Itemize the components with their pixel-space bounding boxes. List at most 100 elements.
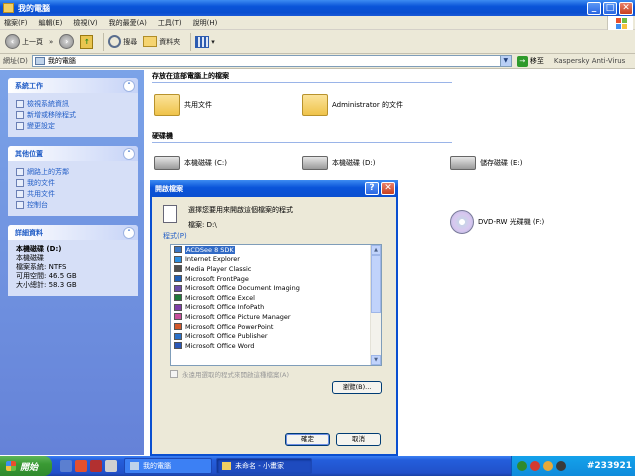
other-places-header[interactable]: 其他位置 ˄ xyxy=(8,146,138,161)
stored-files-header: 存放在這部電腦上的檔案 xyxy=(152,71,452,83)
media-icon[interactable] xyxy=(90,460,102,472)
program-item[interactable]: Microsoft Office Word xyxy=(171,341,381,351)
tray-antivirus-icon[interactable] xyxy=(530,461,540,471)
hard-drive-icon xyxy=(154,156,180,170)
always-use-label: 永遠用選取的程式來開啟這種檔案(A) xyxy=(182,371,290,379)
task-pane: 系統工作 ˄ 檢視系統資訊 新增或移除程式 變更設定 其他位置 ˄ 網路上的芳鄰… xyxy=(0,70,144,455)
item-label: 本機磁碟 (C:) xyxy=(184,159,227,167)
computer-icon xyxy=(34,57,45,65)
task-add-remove-programs[interactable]: 新增或移除程式 xyxy=(16,109,132,120)
taskbar-item-paint[interactable]: 未命名 - 小畫家 xyxy=(216,458,312,474)
admin-documents-folder[interactable]: Administrator 的文件 xyxy=(302,94,403,116)
ok-button[interactable]: 確定 xyxy=(285,433,330,446)
toolbar-separator xyxy=(103,32,105,51)
program-item[interactable]: Microsoft Office InfoPath xyxy=(171,303,381,313)
system-tasks-panel: 系統工作 ˄ 檢視系統資訊 新增或移除程式 變更設定 xyxy=(8,78,138,137)
tray-network-icon[interactable] xyxy=(517,461,527,471)
folders-label: 資料夾 xyxy=(159,37,181,46)
close-button[interactable]: ✕ xyxy=(619,1,633,15)
back-button[interactable]: ‹ 上一頁 xyxy=(5,34,43,49)
item-label: DVD-RW 光碟機 (F:) xyxy=(478,218,545,226)
shared-documents-folder[interactable]: 共用文件 xyxy=(154,94,212,116)
place-shared-documents[interactable]: 共用文件 xyxy=(16,188,132,199)
program-item[interactable]: Microsoft Office Picture Manager xyxy=(171,312,381,322)
task-view-system-info[interactable]: 檢視系統資訊 xyxy=(16,98,132,109)
dialog-titlebar[interactable]: 開啟檔案 ? ✕ xyxy=(150,180,398,197)
paint-icon xyxy=(222,462,231,470)
explorer-icon[interactable] xyxy=(105,460,117,472)
collapse-icon[interactable]: ˄ xyxy=(123,147,135,160)
menu-favorites[interactable]: 我的最愛(A) xyxy=(109,18,147,28)
address-value: 我的電腦 xyxy=(47,57,76,65)
firefox-icon[interactable] xyxy=(75,460,87,472)
program-item[interactable]: Microsoft Office Publisher xyxy=(171,331,381,341)
program-item[interactable]: ACDSee 8 SDK xyxy=(171,245,381,255)
scroll-down-icon[interactable]: ▼ xyxy=(371,355,381,365)
program-item[interactable]: Microsoft Office Document Imaging xyxy=(171,283,381,293)
place-control-panel[interactable]: 控制台 xyxy=(16,199,132,210)
search-button[interactable]: 搜尋 xyxy=(108,35,137,48)
program-item[interactable]: Internet Explorer xyxy=(171,255,381,265)
scroll-thumb[interactable] xyxy=(371,255,381,313)
program-label: Media Player Classic xyxy=(185,264,252,273)
details-header[interactable]: 詳細資料 ˄ xyxy=(8,225,138,240)
checkbox-box[interactable] xyxy=(170,370,178,378)
program-label: Microsoft Office Word xyxy=(185,341,255,350)
taskbar-item-my-computer[interactable]: 我的電腦 xyxy=(124,458,212,474)
window-titlebar[interactable]: 我的電腦 _ □ ✕ xyxy=(0,0,635,16)
place-network[interactable]: 網路上的芳鄰 xyxy=(16,166,132,177)
forward-arrow-button[interactable]: › xyxy=(59,34,75,49)
views-button[interactable]: ▾ xyxy=(195,35,215,48)
scroll-up-icon[interactable]: ▲ xyxy=(371,245,381,255)
up-folder-button[interactable]: ↑ xyxy=(80,34,94,49)
go-button[interactable]: → 移至 xyxy=(516,55,544,67)
menu-edit[interactable]: 編輯(E) xyxy=(39,18,63,28)
folder-icon xyxy=(16,189,24,198)
program-item[interactable]: Microsoft Office PowerPoint xyxy=(171,322,381,332)
address-dropdown-icon[interactable]: ▼ xyxy=(499,56,511,66)
program-icon xyxy=(174,246,182,254)
drive-c[interactable]: 本機磁碟 (C:) xyxy=(154,156,227,170)
details-title: 詳細資料 xyxy=(15,228,43,237)
system-tasks-header[interactable]: 系統工作 ˄ xyxy=(8,78,138,93)
forward-button[interactable]: » xyxy=(49,38,53,46)
task-change-settings[interactable]: 變更設定 xyxy=(16,120,132,131)
detail-type: 本機磁碟 xyxy=(16,254,44,262)
collapse-icon[interactable]: ˄ xyxy=(123,226,135,239)
dvd-drive-f[interactable]: DVD-RW 光碟機 (F:) xyxy=(450,210,544,234)
tray-volume-icon[interactable] xyxy=(543,461,553,471)
program-list[interactable]: ACDSee 8 SDK Internet Explorer Media Playe… xyxy=(170,244,382,366)
maximize-button[interactable]: □ xyxy=(603,1,617,15)
program-list-scrollbar[interactable]: ▲ ▼ xyxy=(370,245,381,365)
item-label: Administrator 的文件 xyxy=(332,101,403,109)
program-label: Microsoft Office Picture Manager xyxy=(185,312,291,321)
always-use-checkbox[interactable]: 永遠用選取的程式來開啟這種檔案(A) xyxy=(170,369,289,379)
minimize-button[interactable]: _ xyxy=(587,1,601,15)
start-button[interactable]: 開始 xyxy=(0,456,52,476)
program-item[interactable]: Media Player Classic xyxy=(171,264,381,274)
tray-app-icon[interactable] xyxy=(556,461,566,471)
item-label: 本機磁碟 (D:) xyxy=(332,159,376,167)
place-my-documents[interactable]: 我的文件 xyxy=(16,177,132,188)
kaspersky-link[interactable]: Kaspersky Anti-Virus xyxy=(554,57,625,65)
drive-d[interactable]: 本機磁碟 (D:) xyxy=(302,156,375,170)
collapse-icon[interactable]: ˄ xyxy=(123,79,135,92)
menu-view[interactable]: 檢視(V) xyxy=(73,18,97,28)
add-remove-icon xyxy=(16,110,24,119)
dialog-close-button[interactable]: ✕ xyxy=(381,182,395,195)
window-title: 我的電腦 xyxy=(18,3,50,13)
address-input[interactable]: 我的電腦 ▼ xyxy=(31,55,512,67)
program-item[interactable]: Microsoft FrontPage xyxy=(171,274,381,284)
program-item[interactable]: Microsoft Office Excel xyxy=(171,293,381,303)
help-button[interactable]: ? xyxy=(365,182,379,195)
menu-help[interactable]: 說明(H) xyxy=(193,18,218,28)
folders-button[interactable]: 資料夾 xyxy=(143,36,180,47)
cancel-button[interactable]: 取消 xyxy=(336,433,381,446)
drive-e[interactable]: 儲存磁碟 (E:) xyxy=(450,156,522,170)
taskbar-item-label: 未命名 - 小畫家 xyxy=(235,462,284,470)
menu-tools[interactable]: 工具(T) xyxy=(158,18,182,28)
show-desktop-icon[interactable] xyxy=(60,460,72,472)
program-label: Microsoft FrontPage xyxy=(185,274,249,283)
menu-file[interactable]: 檔案(F) xyxy=(4,18,28,28)
browse-button[interactable]: 瀏覽(B)... xyxy=(332,381,382,394)
